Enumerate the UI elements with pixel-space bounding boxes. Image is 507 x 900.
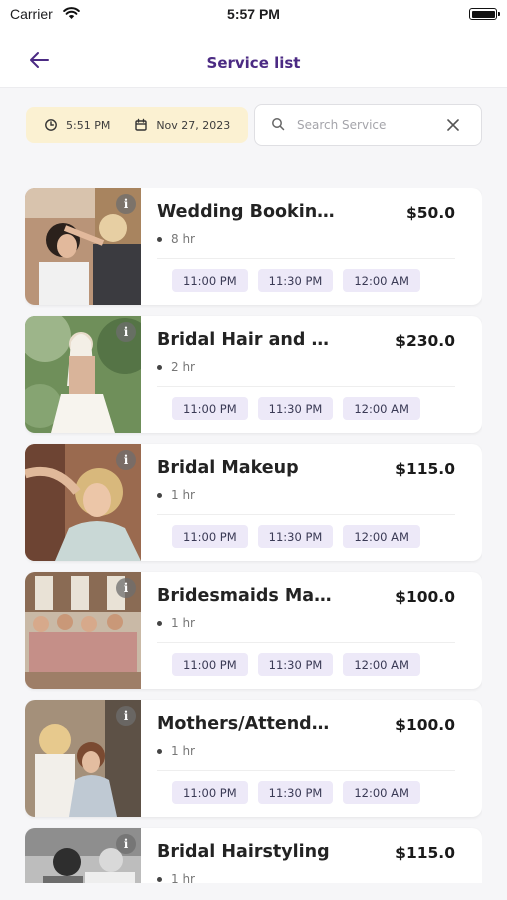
duration-value: 1 hr [171,616,195,630]
service-price: $50.0 [405,204,455,222]
service-name: Mothers/Attend… [157,714,330,734]
service-duration: 1 hr [157,744,195,758]
bullet-icon [157,364,162,370]
service-card[interactable]: i Mothers/Attend… $100.0 1 hr 11:00 PM 1… [25,700,482,817]
info-button[interactable]: i [116,322,136,342]
time-slot[interactable]: 11:30 PM [257,269,334,292]
info-button[interactable]: i [116,706,136,726]
divider [157,258,455,259]
time-slot[interactable]: 12:00 AM [343,397,420,420]
status-bar: Carrier 5:57 PM [0,0,507,30]
service-duration: 2 hr [157,360,195,374]
time-slot[interactable]: 12:00 AM [343,781,420,804]
date-value: Nov 27, 2023 [156,118,231,132]
time-slot[interactable]: 11:30 PM [257,525,334,548]
bullet-icon [157,620,162,626]
service-duration: 1 hr [157,488,195,502]
clear-search-button[interactable] [445,117,461,133]
search-input[interactable] [297,118,437,132]
service-duration: 1 hr [157,616,195,630]
duration-value: 8 hr [171,232,195,246]
divider [157,514,455,515]
duration-value: 2 hr [171,360,195,374]
service-price: $115.0 [395,844,455,862]
duration-value: 1 hr [171,488,195,502]
bullet-icon [157,492,162,498]
duration-value: 1 hr [171,744,195,758]
page-title: Service list [206,54,301,72]
status-time: 5:57 PM [227,6,280,22]
battery-icon [469,8,500,20]
bullet-icon [157,748,162,754]
service-name: Bridal Makeup [157,458,299,478]
search-box [254,104,482,146]
divider [157,386,455,387]
time-slot[interactable]: 11:00 PM [172,781,248,804]
duration-value: 1 hr [171,872,195,883]
time-slot[interactable]: 11:00 PM [172,653,248,676]
service-duration: 8 hr [157,232,195,246]
time-slots: 11:00 PM 11:30 PM 12:00 AM [172,397,430,420]
time-slot[interactable]: 12:00 AM [343,525,420,548]
service-price: $100.0 [395,588,455,606]
time-slot[interactable]: 12:00 AM [343,269,420,292]
service-price: $115.0 [395,460,455,478]
service-card[interactable]: i Bridal Makeup $115.0 1 hr 11:00 PM 11:… [25,444,482,561]
clock-icon [44,118,58,132]
time-value: 5:51 PM [66,118,111,132]
divider [157,642,455,643]
service-card[interactable]: i Bridal Hairstyling $115.0 1 hr [25,828,482,883]
time-slot[interactable]: 11:30 PM [257,781,334,804]
service-card[interactable]: i Wedding Bookin… $50.0 8 hr 11:00 PM 11… [25,188,482,305]
time-slots: 11:00 PM 11:30 PM 12:00 AM [172,525,430,548]
service-price: $100.0 [395,716,455,734]
nav-bar: Service list [0,30,507,88]
info-button[interactable]: i [116,834,136,854]
bullet-icon [157,236,162,242]
search-icon [271,116,285,135]
time-slot[interactable]: 12:00 AM [343,653,420,676]
time-slot[interactable]: 11:00 PM [172,397,248,420]
service-name: Wedding Bookin… [157,202,335,222]
time-slots: 11:00 PM 11:30 PM 12:00 AM [172,781,430,804]
datetime-filter[interactable]: 5:51 PM Nov 27, 2023 [26,107,248,143]
info-button[interactable]: i [116,578,136,598]
service-name: Bridesmaids Ma… [157,586,332,606]
service-card[interactable]: i Bridesmaids Ma… $100.0 1 hr 11:00 PM 1… [25,572,482,689]
service-duration: 1 hr [157,872,195,883]
info-button[interactable]: i [116,194,136,214]
time-slots: 11:00 PM 11:30 PM 12:00 AM [172,269,430,292]
calendar-icon [134,118,148,132]
time-slot[interactable]: 11:30 PM [257,653,334,676]
service-name: Bridal Hair and … [157,330,329,350]
time-slots: 11:00 PM 11:30 PM 12:00 AM [172,653,430,676]
info-button[interactable]: i [116,450,136,470]
service-list: i Wedding Bookin… $50.0 8 hr 11:00 PM 11… [25,188,482,883]
service-name: Bridal Hairstyling [157,842,330,862]
time-slot[interactable]: 11:00 PM [172,525,248,548]
time-slot[interactable]: 11:30 PM [257,397,334,420]
time-slot[interactable]: 11:00 PM [172,269,248,292]
service-price: $230.0 [395,332,455,350]
close-icon [447,119,459,131]
bullet-icon [157,876,162,882]
service-card[interactable]: i Bridal Hair and … $230.0 2 hr 11:00 PM… [25,316,482,433]
divider [157,770,455,771]
